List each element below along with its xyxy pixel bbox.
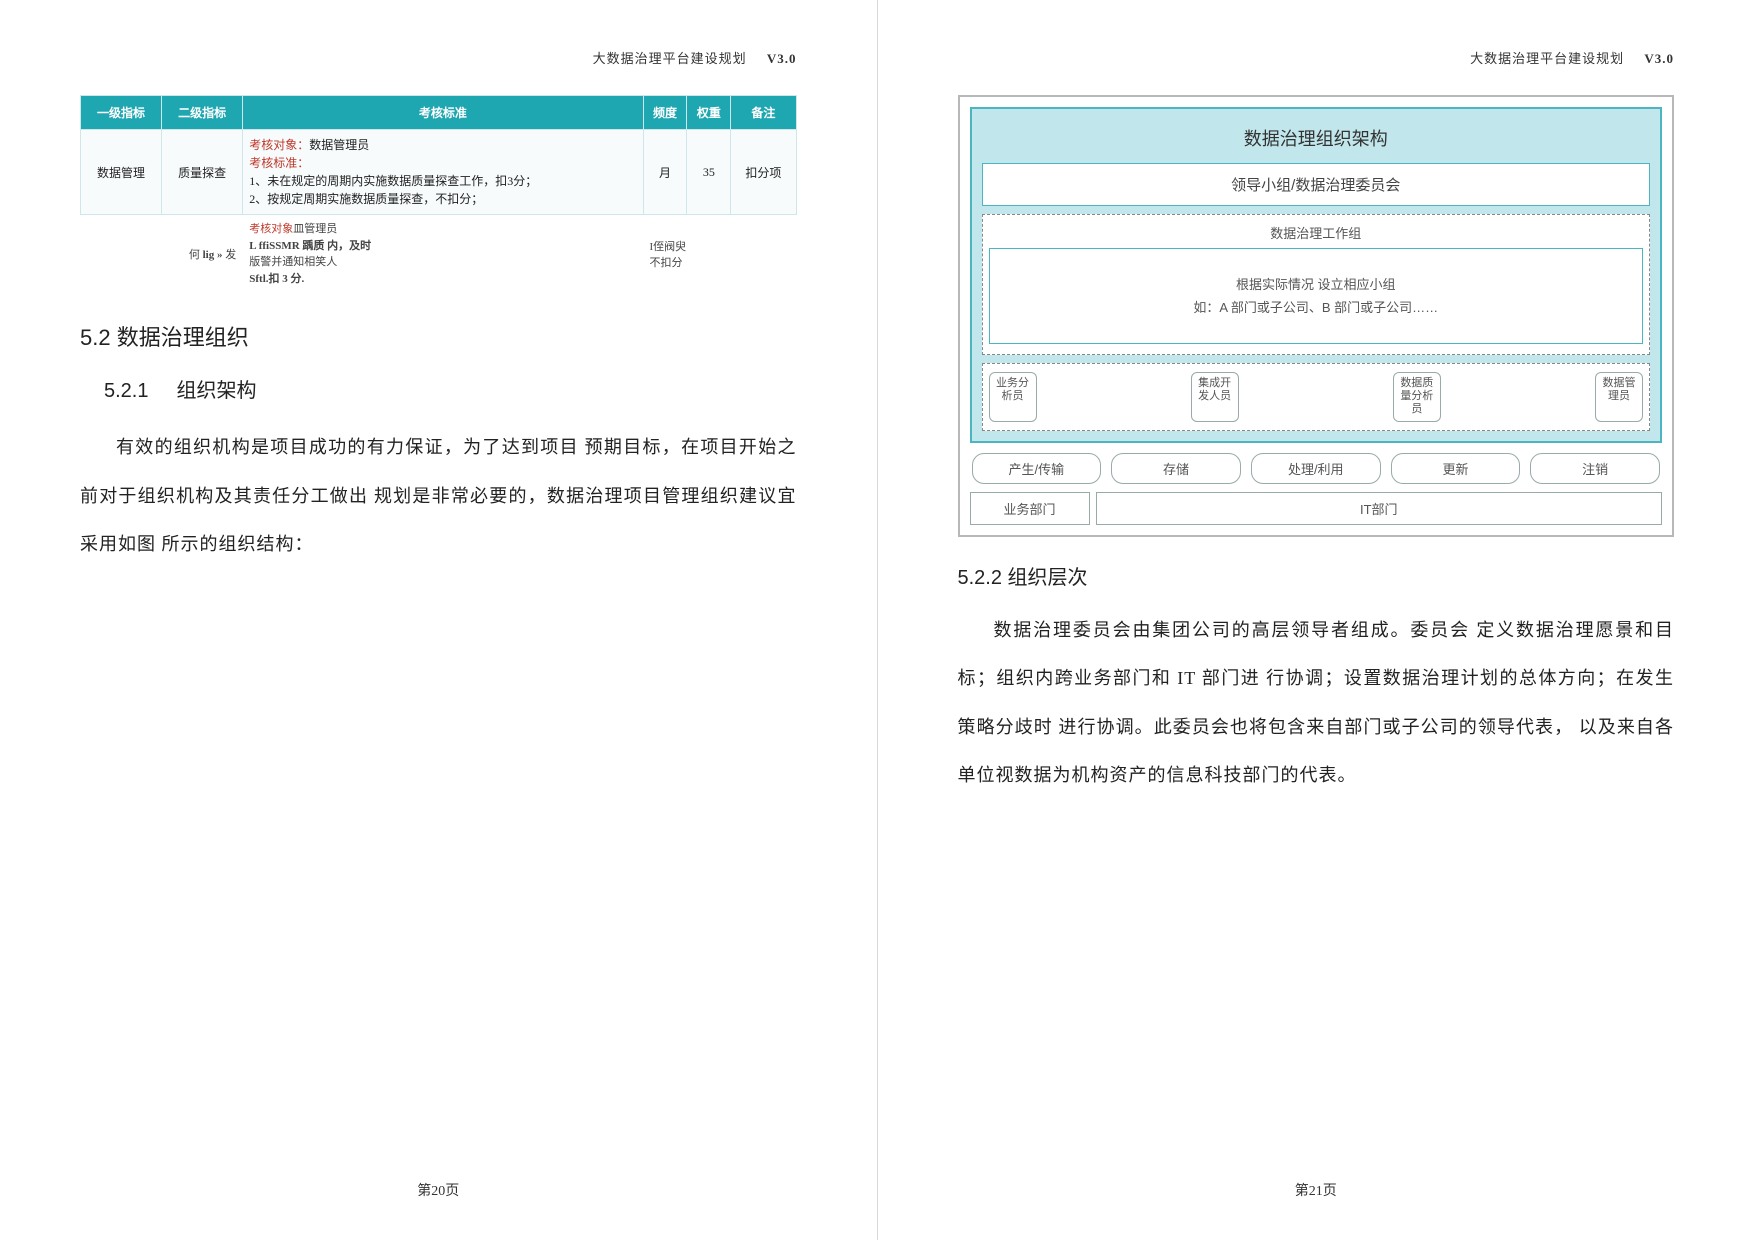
cell-remark: 扣分项 [731, 130, 796, 215]
lc-store: 存储 [1111, 453, 1241, 484]
cell-weight: 35 [687, 130, 731, 215]
diagram-frame: 数据治理组织架构 领导小组/数据治理委员会 数据治理工作组 根据实际情况 设立相… [970, 107, 1663, 443]
role-quality: 数据质量分析员 [1393, 372, 1441, 422]
dept-it: IT部门 [1096, 492, 1663, 525]
assessment-table: 一级指标 二级指标 考核标准 频度 权重 备注 数据管理 质量探查 考核对象：数… [80, 95, 797, 294]
page-left: 大数据治理平台建设规划 V3.0 一级指标 二级指标 考核标准 频度 权重 备注… [0, 0, 877, 1240]
note-left-a: 何 [189, 249, 203, 261]
page-right: 大数据治理平台建设规划 V3.0 数据治理组织架构 领导小组/数据治理委员会 数… [878, 0, 1754, 1240]
note-red-tail: 皿管理员 [293, 223, 337, 235]
doc-title-r: 大数据治理平台建设规划 [1470, 51, 1624, 66]
table-note-row: 何 lig » 发 考核对象皿管理员 L ffiSSMR 踽质 内，及时 版警并… [81, 215, 797, 294]
workgroup-line1: 根据实际情况 设立相应小组 [1236, 273, 1396, 296]
note-mid1: L ffiSSMR 踽质 内，及时 [249, 240, 371, 252]
cell-level1: 数据管理 [81, 130, 162, 215]
note-mid: 考核对象皿管理员 L ffiSSMR 踽质 内，及时 版警并通知相笑人 Sftl… [243, 215, 643, 294]
heading-5-2: 5.2 数据治理组织 [80, 320, 797, 352]
diagram-lead-box: 领导小组/数据治理委员会 [982, 163, 1651, 206]
cell-standard: 考核对象：数据管理员 考核标准： 1、未在规定的周期内实施数据质量探查工作，扣3… [243, 130, 643, 215]
role-admin: 数据管理员 [1595, 372, 1643, 422]
criteria-li1: 1、未在规定的周期内实施数据质量探查工作，扣3分； [249, 174, 537, 188]
heading-5-2-2: 5.2.2 组织层次 [958, 561, 1675, 590]
role-dev: 集成开发人员 [1191, 372, 1239, 422]
label-criteria: 考核标准： [249, 156, 309, 170]
paragraph-left: 有效的组织机构是项目成功的有力保证，为了达到项目 预期目标，在项目开始之前对于组… [80, 423, 797, 569]
heading-txt: 组织架构 [176, 380, 256, 402]
note-left-b: 发 [225, 249, 236, 261]
th-1: 一级指标 [81, 96, 162, 130]
page-number-right: 第21页 [878, 1180, 1754, 1200]
note-left: 何 lig » 发 [81, 215, 243, 294]
note-right1: I侄阀臾 [650, 241, 687, 253]
diagram-workgroup: 数据治理工作组 根据实际情况 设立相应小组 如：A 部门或子公司、B 部门或子公… [982, 214, 1651, 355]
org-diagram: 数据治理组织架构 领导小组/数据治理委员会 数据治理工作组 根据实际情况 设立相… [958, 95, 1675, 537]
page-number-left: 第20页 [0, 1180, 877, 1200]
workgroup-line2: 如：A 部门或子公司、B 部门或子公司…… [1193, 296, 1438, 319]
role-analyst: 业务分析员 [989, 372, 1037, 422]
doc-version-r: V3.0 [1644, 51, 1674, 66]
label-object-val: 数据管理员 [309, 138, 369, 152]
note-mid3: Sftl.扣 3 分. [249, 273, 304, 285]
note-right: I侄阀臾 不扣分 [643, 215, 731, 294]
lc-produce: 产生/传输 [972, 453, 1102, 484]
paragraph-right: 数据治理委员会由集团公司的高层领导者组成。委员会 定义数据治理愿景和目标；组织内… [958, 606, 1675, 800]
note-left-bold: lig » [203, 249, 226, 261]
label-object: 考核对象： [249, 138, 309, 152]
criteria-li2: 2、按规定周期实施数据质量探查，不扣分； [249, 192, 483, 206]
lc-update: 更新 [1391, 453, 1521, 484]
note-red: 考核对象 [249, 223, 293, 235]
page-header-r: 大数据治理平台建设规划 V3.0 [958, 48, 1675, 67]
cell-freq: 月 [643, 130, 687, 215]
lc-process: 处理/利用 [1251, 453, 1381, 484]
diagram-title: 数据治理组织架构 [982, 119, 1651, 163]
workgroup-inner: 根据实际情况 设立相应小组 如：A 部门或子公司、B 部门或子公司…… [989, 248, 1644, 344]
doc-title: 大数据治理平台建设规划 [593, 51, 747, 66]
diagram-lifecycle: 产生/传输 存储 处理/利用 更新 注销 [970, 453, 1663, 484]
table-row: 数据管理 质量探查 考核对象：数据管理员 考核标准： 1、未在规定的周期内实施数… [81, 130, 797, 215]
heading-num: 5.2.1 [104, 380, 148, 402]
diagram-dept: 业务部门 IT部门 [970, 492, 1663, 525]
page-header: 大数据治理平台建设规划 V3.0 [80, 48, 797, 67]
lc-retire: 注销 [1530, 453, 1660, 484]
note-mid2: 版警并通知相笑人 [249, 256, 337, 268]
th-3: 考核标准 [243, 96, 643, 130]
diagram-roles: 业务分析员 集成开发人员 数据质量分析员 数据管理员 [982, 363, 1651, 431]
th-5: 权重 [687, 96, 731, 130]
cell-level2: 质量探查 [162, 130, 243, 215]
th-6: 备注 [731, 96, 796, 130]
dept-biz: 业务部门 [970, 492, 1090, 525]
th-2: 二级指标 [162, 96, 243, 130]
doc-version: V3.0 [767, 51, 797, 66]
workgroup-title: 数据治理工作组 [989, 219, 1644, 248]
heading-5-2-1: 5.2.1 组织架构 [104, 374, 797, 403]
th-4: 频度 [643, 96, 687, 130]
note-right2: 不扣分 [650, 257, 683, 269]
